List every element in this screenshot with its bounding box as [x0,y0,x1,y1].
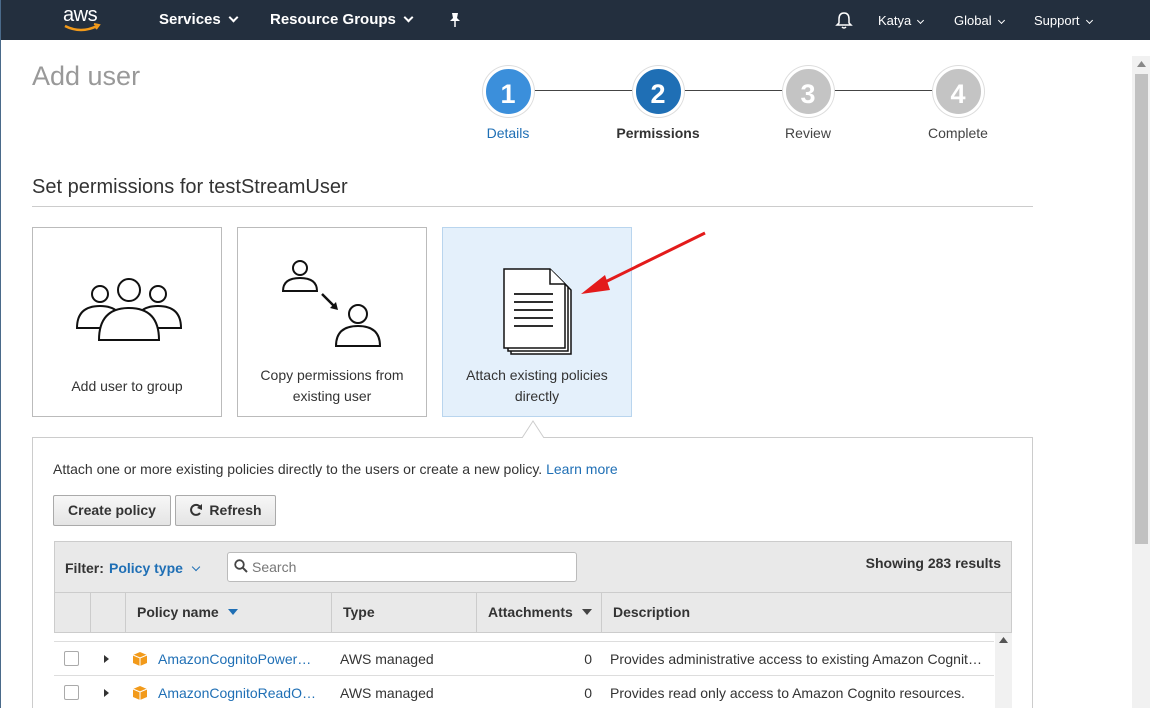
row-checkbox[interactable] [64,651,79,666]
region-menu[interactable]: Global [954,13,1005,28]
policy-type: AWS managed [340,685,434,701]
bell-icon[interactable] [835,11,853,30]
table-row[interactable]: AmazonCognitoReadOnly AWS managed 0 Prov… [54,676,994,708]
step-number: 1 [482,66,534,117]
chevron-down-icon [191,562,201,572]
table-scrollbar[interactable] [995,633,1012,708]
step-number: 4 [932,66,984,117]
step-review: 3 Review [758,66,858,141]
aws-logo[interactable]: aws [61,4,105,34]
learn-more-link[interactable]: Learn more [546,461,618,477]
step-complete: 4 Complete [908,66,1008,141]
top-nav-bar: aws Services Resource Groups Katya Globa… [1,0,1150,40]
search-box[interactable] [227,552,577,582]
refresh-button[interactable]: Refresh [175,495,276,526]
sort-icon [227,609,238,615]
policy-description: Provides administrative access to existi… [610,651,985,667]
step-label: Permissions [616,125,700,141]
policy-icon [132,686,148,700]
expand-column [90,593,126,632]
sort-icon [581,609,592,615]
column-policy-name[interactable]: Policy name [125,593,331,632]
scroll-up-icon[interactable] [999,637,1008,643]
annotation-arrow-icon [581,231,706,294]
option-add-user-to-group[interactable]: Add user to group [32,227,222,417]
step-number: 2 [632,66,684,117]
option-label: Add user to group [71,378,183,394]
policy-type-filter[interactable]: Policy type [109,560,201,576]
option-copy-permissions[interactable]: Copy permissions from existing user [237,227,427,417]
section-divider [32,206,1033,207]
policy-name-link[interactable]: AmazonCognitoReadOnly [158,676,318,708]
chevron-down-icon [228,12,239,23]
policy-icon [132,652,148,666]
chevron-down-icon [403,12,414,23]
chevron-down-icon [1085,16,1093,25]
scrollbar-thumb[interactable] [1135,74,1148,544]
refresh-icon [190,503,203,516]
step-label: Review [785,125,831,141]
column-description[interactable]: Description [601,593,1011,632]
table-row[interactable]: AmazonCognitoPowerUser AWS managed 0 Pro… [54,642,994,676]
document-icon [503,268,572,355]
table-row-partial [54,633,994,642]
expand-caret-icon[interactable] [104,689,109,697]
resource-groups-menu[interactable]: Resource Groups [270,11,414,28]
steps-connector [508,90,958,91]
policy-type: AWS managed [340,651,434,667]
table-header: Policy name Type Attachments Description [54,592,1012,633]
filter-label: Filter: [65,560,104,576]
refresh-label: Refresh [209,502,262,518]
column-attachments[interactable]: Attachments [476,593,601,632]
selection-notch [522,420,544,441]
search-icon [234,559,248,573]
option-label: Attach existing policies directly [466,367,608,404]
create-policy-button[interactable]: Create policy [53,495,171,526]
option-label: Copy permissions from existing user [260,367,404,404]
step-label: Complete [928,125,988,141]
scroll-up-icon[interactable] [1137,61,1146,67]
policy-description: Provides read only access to Amazon Cogn… [610,685,965,701]
support-menu[interactable]: Support [1034,13,1093,28]
page-scrollbar[interactable] [1132,56,1150,708]
step-permissions: 2 Permissions [608,66,708,141]
aws-smile-icon [64,23,101,32]
policies-panel: Attach one or more existing policies dir… [32,437,1033,708]
user-menu[interactable]: Katya [878,13,925,28]
step-details[interactable]: 1 Details [458,66,558,141]
step-number: 3 [782,66,834,117]
table-body: AmazonCognitoPowerUser AWS managed 0 Pro… [54,633,1012,708]
policy-attachments: 0 [584,685,592,701]
search-input[interactable] [252,558,562,576]
filter-bar: Filter: Policy type Showing 283 results [54,541,1012,592]
chevron-down-icon [917,16,925,25]
row-checkbox[interactable] [64,685,79,700]
pin-icon[interactable] [448,12,462,28]
group-icon [75,278,183,341]
select-all-column [55,593,91,632]
policy-attachments: 0 [584,651,592,667]
panel-description: Attach one or more existing policies dir… [53,461,618,477]
chevron-down-icon [997,16,1005,25]
step-label: Details [486,125,530,141]
results-count: Showing 283 results [865,555,1001,571]
panel-description-text: Attach one or more existing policies dir… [53,461,543,477]
column-type[interactable]: Type [331,593,476,632]
expand-caret-icon[interactable] [104,655,109,663]
copy-user-icon [281,260,382,347]
page-title: Add user [32,61,141,91]
section-title: Set permissions for testStreamUser [32,176,348,198]
policy-name-link[interactable]: AmazonCognitoPowerUser [158,642,318,676]
services-menu[interactable]: Services [159,11,239,28]
